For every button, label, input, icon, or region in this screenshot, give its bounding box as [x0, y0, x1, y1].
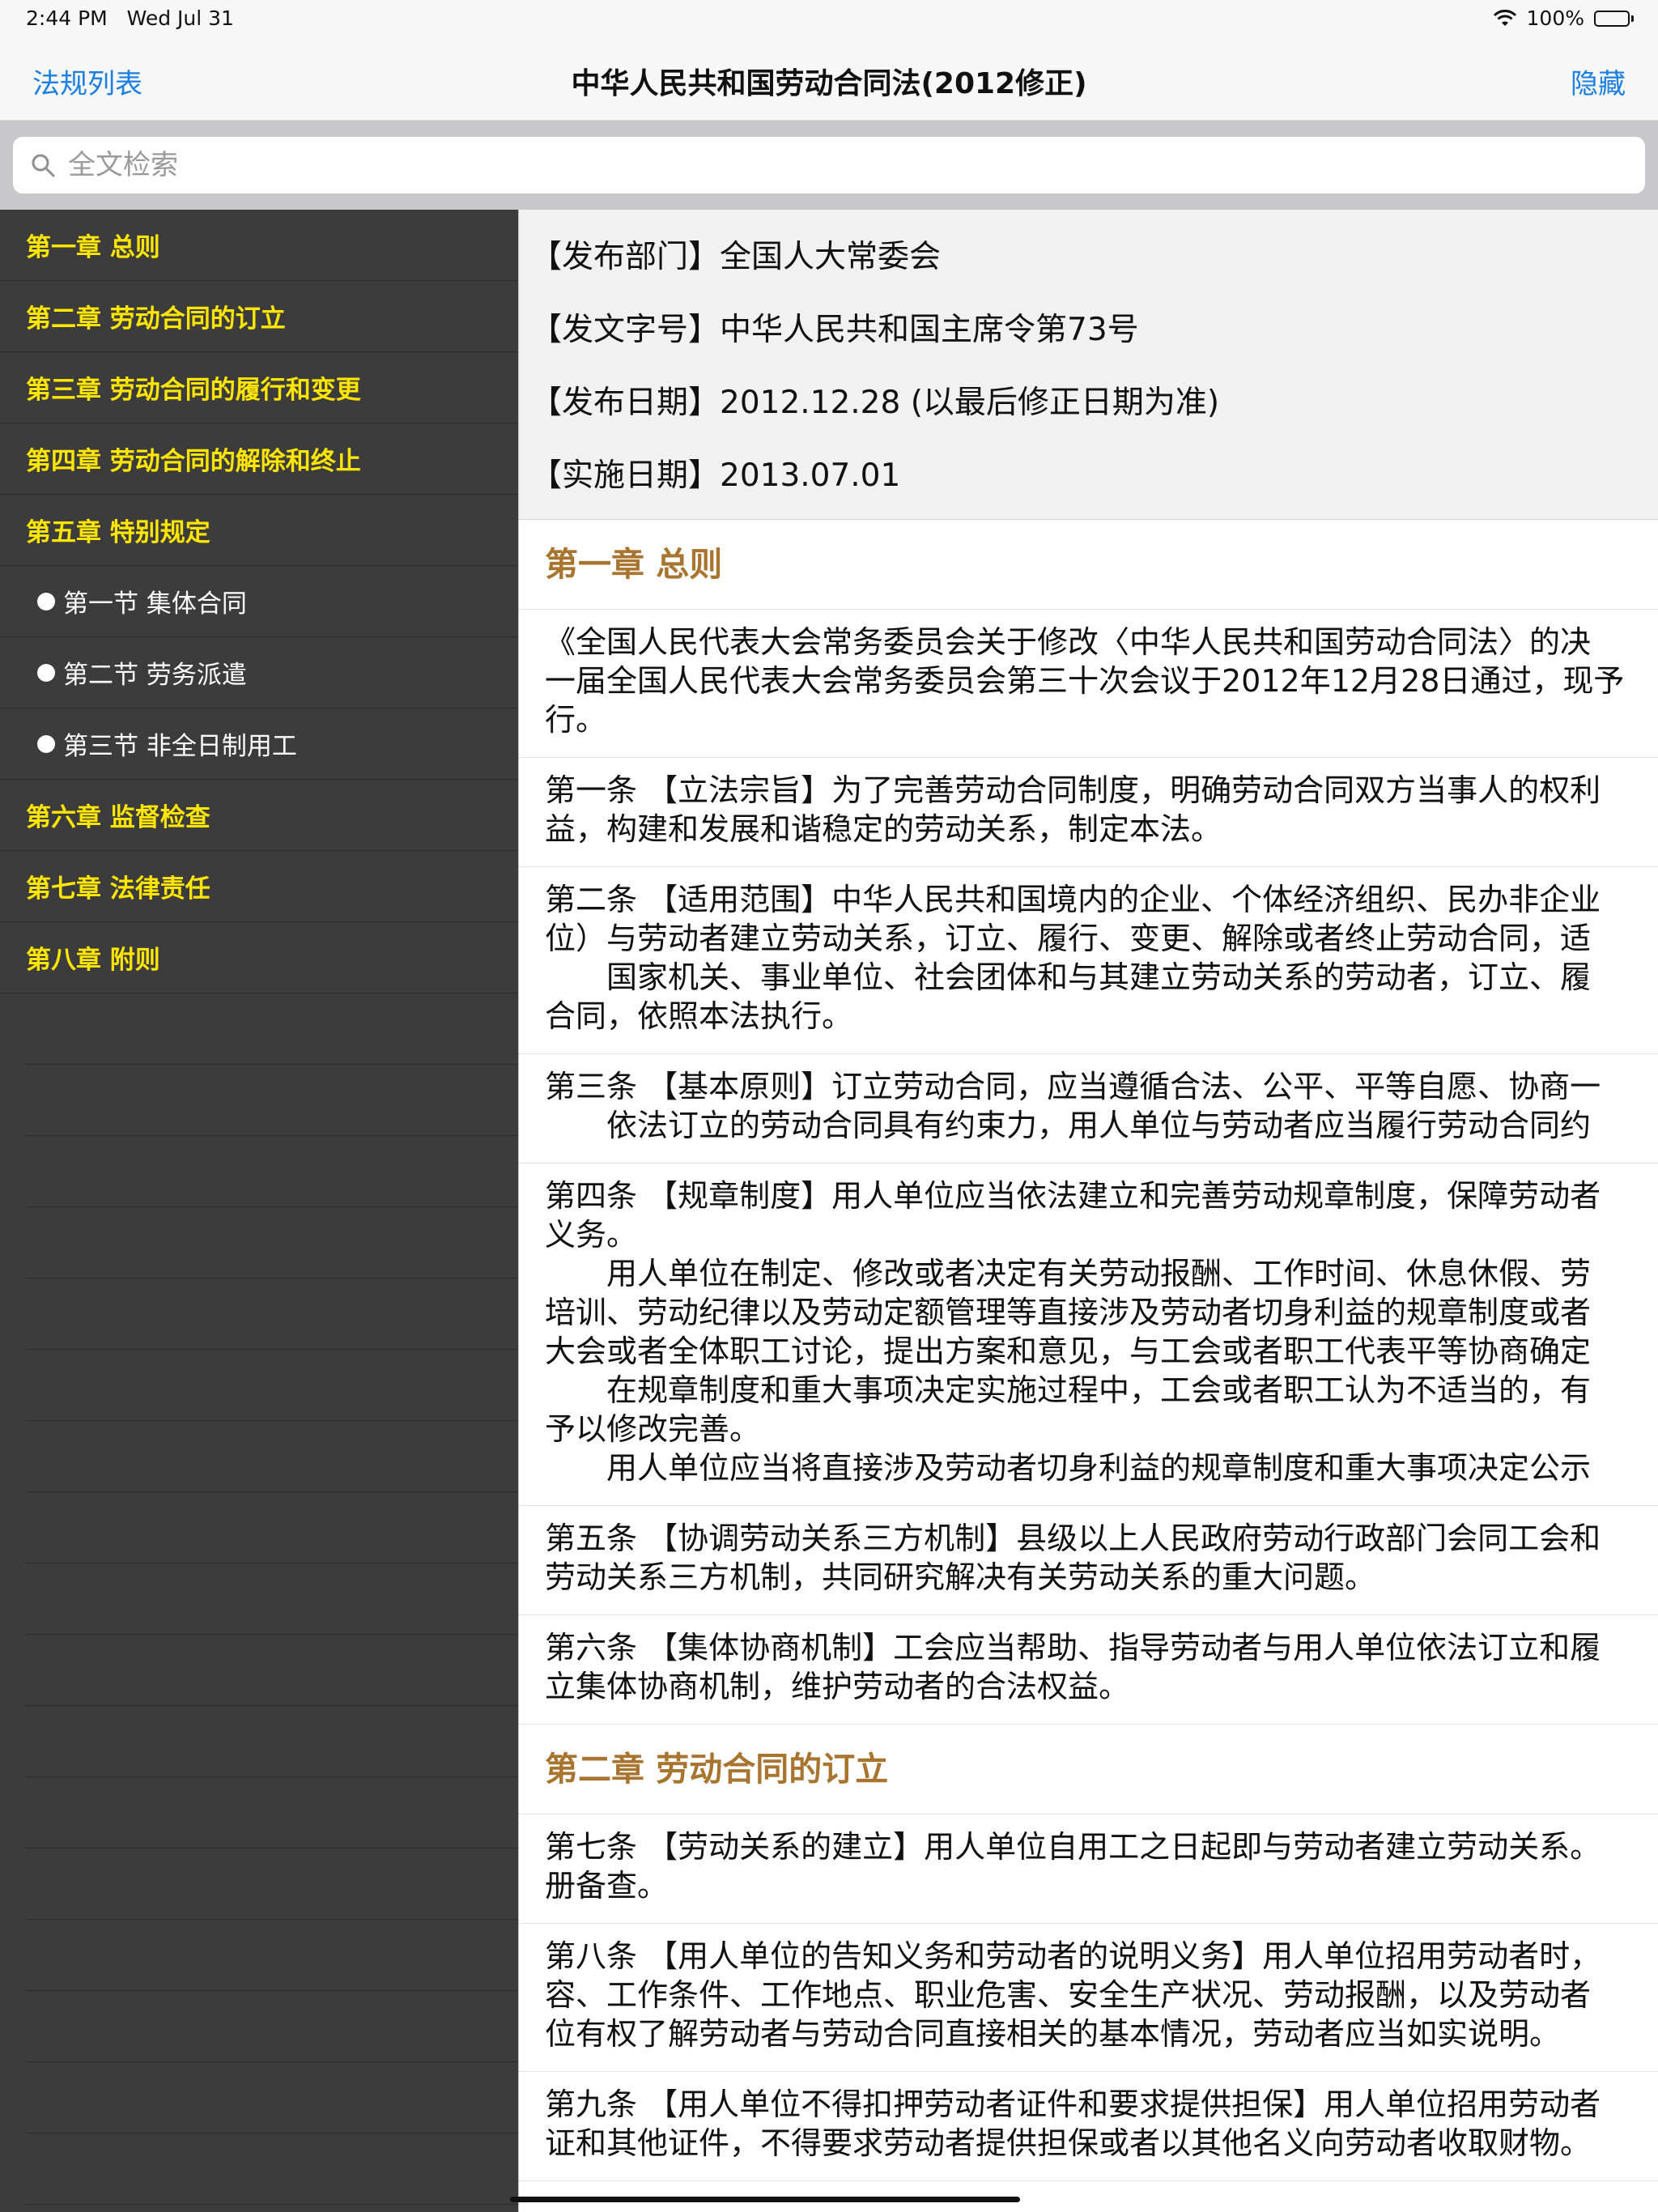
- bullet-icon: [37, 592, 55, 610]
- sidebar-empty-row: [24, 1207, 518, 1278]
- sidebar-empty-row: [24, 1065, 518, 1136]
- sidebar-item-chapter-6[interactable]: 第六章 监督检查: [0, 780, 518, 851]
- article-9: 第九条 【用人单位不得扣押劳动者证件和要求提供担保】用人单位招用劳动者 证和其他…: [519, 2072, 1658, 2181]
- sidebar-empty-row: [24, 1136, 518, 1207]
- sidebar-item-chapter-8[interactable]: 第八章 附则: [0, 922, 518, 993]
- article-6: 第六条 【集体协商机制】工会应当帮助、指导劳动者与用人单位依法订立和履 立集体协…: [519, 1615, 1658, 1725]
- sidebar-empty-rows: [0, 993, 518, 2212]
- sidebar-item-label: 第七章 法律责任: [26, 874, 210, 904]
- article-3: 第三条 【基本原则】订立劳动合同，应当遵循合法、公平、平等自愿、协商一 依法订立…: [519, 1054, 1658, 1163]
- publish-date-line: 【发布日期】2012.12.28 (以最后修正日期为准): [530, 385, 1220, 421]
- chapter-heading: 第二章 劳动合同的订立: [519, 1725, 1658, 1814]
- preamble-text: 《全国人民代表大会常务委员会关于修改〈中华人民共和国劳动合同法〉的决 一届全国人…: [519, 610, 1658, 758]
- article-1: 第一条 【立法宗旨】为了完善劳动合同制度，明确劳动合同双方当事人的权利 益，构建…: [519, 758, 1658, 867]
- sidebar-empty-row: [24, 1635, 518, 1706]
- sidebar-item-label: 第五章 特别规定: [26, 518, 210, 547]
- status-bar: 2:44 PM Wed Jul 31 100%: [0, 0, 1658, 39]
- page-title: 中华人民共和国劳动合同法(2012修正): [571, 67, 1087, 100]
- sidebar-empty-row: [24, 1777, 518, 1848]
- sidebar-empty-row: [24, 2133, 518, 2205]
- sidebar-item-chapter-5[interactable]: 第五章 特别规定: [0, 495, 518, 566]
- wifi-icon: [1493, 9, 1517, 28]
- status-clock: 2:44 PM: [26, 6, 108, 30]
- law-metadata: 【发布部门】全国人大常委会 【发文字号】中华人民共和国主席令第73号 【发布日期…: [519, 210, 1658, 520]
- sidebar-empty-row: [24, 2205, 518, 2212]
- article-5: 第五条 【协调劳动关系三方机制】县级以上人民政府劳动行政部门会同工会和 劳动关系…: [519, 1506, 1658, 1615]
- sidebar-empty-row: [24, 1848, 518, 1920]
- status-time: 2:44 PM Wed Jul 31: [26, 6, 234, 30]
- sidebar-empty-row: [24, 1492, 518, 1563]
- battery-percent: 100%: [1526, 6, 1584, 30]
- sidebar-item-label: 第八章 附则: [26, 946, 160, 975]
- article-8: 第八条 【用人单位的告知义务和劳动者的说明义务】用人单位招用劳动者时， 容、工作…: [519, 1924, 1658, 2072]
- sidebar-item-section-1[interactable]: 第一节 集体合同: [0, 566, 518, 637]
- sidebar-item-chapter-2[interactable]: 第二章 劳动合同的订立: [0, 281, 518, 352]
- chapter-heading: 第一章 总则: [519, 520, 1658, 610]
- search-icon: [29, 151, 57, 179]
- home-indicator[interactable]: [510, 2197, 1020, 2202]
- doc-number-line: 【发文字号】中华人民共和国主席令第73号: [530, 312, 1139, 348]
- sidebar-item-label: 第四章 劳动合同的解除和终止: [26, 447, 361, 476]
- navigation-bar: 法规列表 中华人民共和国劳动合同法(2012修正) 隐藏: [0, 39, 1658, 121]
- sidebar-empty-row: [24, 1278, 518, 1350]
- sidebar-item-chapter-4[interactable]: 第四章 劳动合同的解除和终止: [0, 423, 518, 495]
- status-date: Wed Jul 31: [126, 6, 234, 30]
- sidebar-item-label: 第三节 非全日制用工: [63, 732, 297, 761]
- search-box[interactable]: [13, 137, 1645, 194]
- sidebar-item-label: 第二章 劳动合同的订立: [26, 304, 286, 334]
- hide-button[interactable]: 隐藏: [1571, 62, 1626, 101]
- sidebar-empty-row: [24, 1706, 518, 1777]
- sidebar-item-label: 第一章 总则: [26, 233, 160, 262]
- sidebar-item-label: 第一节 集体合同: [63, 589, 247, 619]
- sidebar-item-chapter-7[interactable]: 第七章 法律责任: [0, 851, 518, 922]
- effective-date-line: 【实施日期】2013.07.01: [530, 457, 901, 494]
- sidebar-empty-row: [24, 1991, 518, 2062]
- article-4: 第四条 【规章制度】用人单位应当依法建立和完善劳动规章制度，保障劳动者 义务。 …: [519, 1163, 1658, 1506]
- battery-icon: [1594, 10, 1634, 27]
- sidebar-item-chapter-3[interactable]: 第三章 劳动合同的履行和变更: [0, 352, 518, 423]
- sidebar-empty-row: [24, 1350, 518, 1421]
- law-content: 【发布部门】全国人大常委会 【发文字号】中华人民共和国主席令第73号 【发布日期…: [518, 210, 1658, 2212]
- sidebar-item-section-2[interactable]: 第二节 劳务派遣: [0, 637, 518, 708]
- sidebar-item-label: 第六章 监督检查: [26, 803, 210, 832]
- sidebar: 第一章 总则 第二章 劳动合同的订立 第三章 劳动合同的履行和变更 第四章 劳动…: [0, 210, 518, 2212]
- article-2: 第二条 【适用范围】中华人民共和国境内的企业、个体经济组织、民办非企业 位）与劳…: [519, 867, 1658, 1054]
- sidebar-item-section-3[interactable]: 第三节 非全日制用工: [0, 708, 518, 780]
- sidebar-item-label: 第二节 劳务派遣: [63, 661, 247, 690]
- sidebar-item-chapter-1[interactable]: 第一章 总则: [0, 210, 518, 281]
- sidebar-empty-row: [24, 1421, 518, 1492]
- status-right: 100%: [1493, 6, 1634, 30]
- search-bar: [0, 121, 1658, 210]
- sidebar-empty-row: [24, 993, 518, 1065]
- bullet-icon: [37, 734, 55, 753]
- search-input[interactable]: [66, 148, 1608, 182]
- sidebar-empty-row: [24, 1563, 518, 1635]
- article-7: 第七条 【劳动关系的建立】用人单位自用工之日起即与劳动者建立劳动关系。 册备查。: [519, 1814, 1658, 1924]
- publisher-line: 【发布部门】全国人大常委会: [530, 239, 942, 275]
- sidebar-item-label: 第三章 劳动合同的履行和变更: [26, 376, 361, 405]
- sidebar-empty-row: [24, 2062, 518, 2133]
- bullet-icon: [37, 663, 55, 682]
- sidebar-empty-row: [24, 1920, 518, 1991]
